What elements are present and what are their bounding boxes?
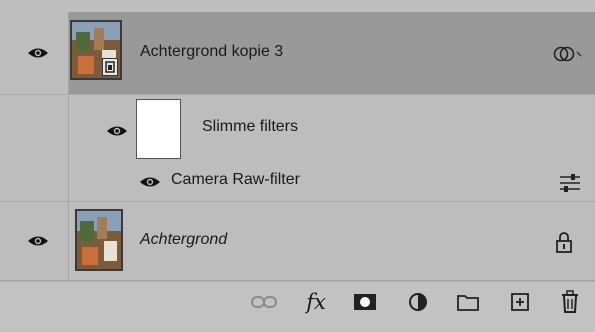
layer-row-achtergrond-kopie-3[interactable]: Achtergrond kopie 3 bbox=[0, 12, 595, 94]
mask-icon[interactable] bbox=[352, 290, 378, 314]
layer-thumbnail[interactable] bbox=[70, 20, 122, 80]
eye-icon[interactable] bbox=[27, 46, 49, 60]
smart-filter-icon bbox=[553, 46, 582, 62]
fx-label: fx bbox=[306, 290, 326, 314]
eye-icon[interactable] bbox=[139, 175, 161, 189]
link-icon[interactable] bbox=[250, 290, 278, 314]
lock-icon[interactable] bbox=[555, 231, 573, 253]
filter-name[interactable]: Camera Raw-filter bbox=[171, 171, 300, 189]
smart-filters-row[interactable]: Slimme filters Camera Raw-filter bbox=[0, 94, 595, 201]
layer-thumbnail[interactable] bbox=[75, 209, 123, 271]
layers-panel: Achtergrond kopie 3 Slimme filters Camer… bbox=[0, 0, 595, 332]
filter-options-icon[interactable] bbox=[558, 171, 582, 193]
adjustment-icon[interactable] bbox=[405, 290, 431, 314]
folder-icon[interactable] bbox=[455, 290, 481, 314]
new-layer-icon[interactable] bbox=[507, 290, 533, 314]
eye-icon[interactable] bbox=[106, 124, 128, 138]
fx-icon[interactable]: fx bbox=[301, 290, 331, 314]
layers-toolbar: fx bbox=[0, 281, 595, 332]
smart-object-badge-icon bbox=[102, 58, 118, 76]
eye-icon[interactable] bbox=[27, 234, 49, 248]
visibility-column bbox=[0, 12, 69, 94]
layer-name[interactable]: Achtergrond kopie 3 bbox=[140, 43, 283, 61]
visibility-column bbox=[0, 202, 69, 280]
layer-name[interactable]: Achtergrond bbox=[140, 231, 227, 249]
smart-filters-label[interactable]: Slimme filters bbox=[202, 118, 298, 136]
photo-thumbnail-image bbox=[77, 211, 121, 269]
layer-row-achtergrond[interactable]: Achtergrond bbox=[0, 201, 595, 281]
visibility-column bbox=[0, 95, 69, 201]
filter-mask-thumbnail[interactable] bbox=[136, 99, 181, 159]
trash-icon[interactable] bbox=[557, 290, 583, 314]
